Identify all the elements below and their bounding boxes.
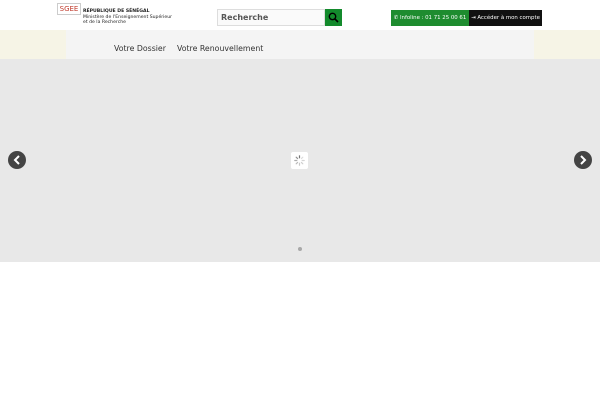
infoline-button[interactable]: ✆ Infoline : 01 71 25 00 61 [391,10,469,26]
nav-item-dossier[interactable]: Votre Dossier [114,30,166,59]
slider-dot[interactable] [298,247,302,251]
org-line-3: et de la Recherche [83,20,126,26]
header: SGEE RÉPUBLIQUE DE SÉNÉGAL Ministère de … [0,0,600,30]
account-button[interactable]: ⇥ Accéder à mon compte [469,10,542,26]
search-button[interactable] [325,9,342,26]
spinner-icon [294,155,305,166]
slide-loader [291,152,308,169]
slider-next-button[interactable] [574,151,592,169]
account-label: Accéder à mon compte [477,15,540,21]
nav-item-renouvellement[interactable]: Votre Renouvellement [177,30,263,59]
chevron-right-icon [580,155,587,165]
org-name: RÉPUBLIQUE DE SÉNÉGAL Ministère de l'Ens… [83,9,172,26]
chevron-left-icon [13,155,20,165]
search-bar: Recherche [217,9,342,26]
infoline-label: Infoline : 01 71 25 00 61 [399,15,467,21]
sgee-logo[interactable]: SGEE [57,3,81,15]
search-input[interactable]: Recherche [217,9,325,26]
main-nav: Votre Dossier Votre Renouvellement [66,30,534,59]
search-icon [328,12,339,23]
slider-prev-button[interactable] [8,151,26,169]
